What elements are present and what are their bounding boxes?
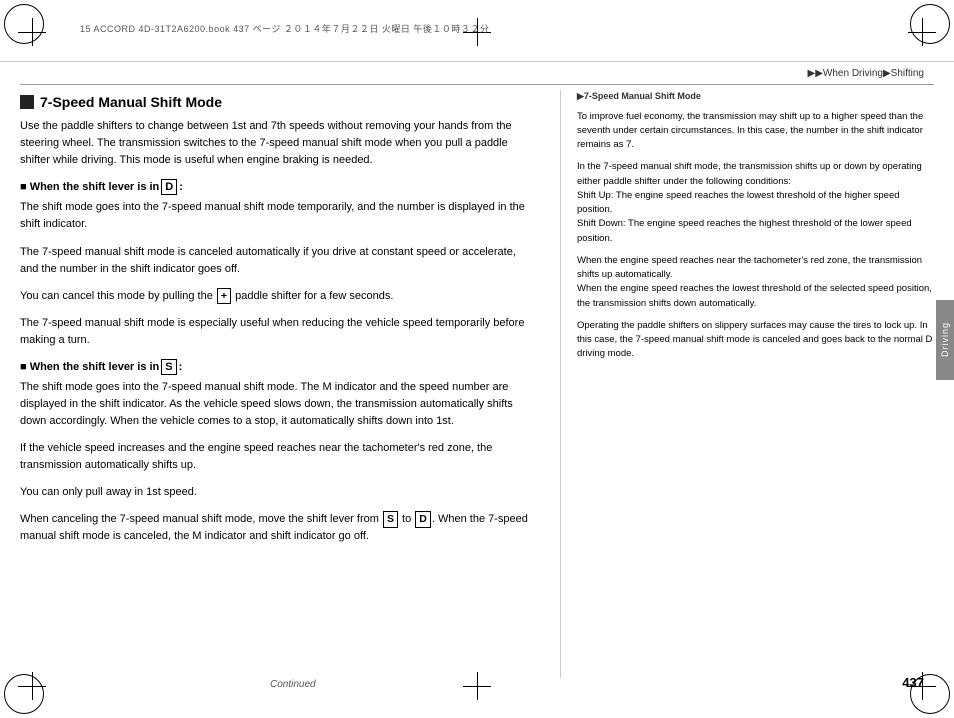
sub2-s-box: S — [383, 511, 398, 528]
heading-bar-icon — [20, 95, 34, 109]
top-bar: 15 ACCORD 4D-31T2A6200.book 437 ページ ２０１４… — [0, 0, 954, 62]
section-title: 7-Speed Manual Shift Mode — [40, 94, 222, 110]
right-p4: Operating the paddle shifters on slipper… — [577, 319, 934, 362]
sub1-text3-prefix: You can cancel this mode by pulling the — [20, 290, 216, 302]
section-heading: 7-Speed Manual Shift Mode — [20, 94, 530, 110]
right-column: ▶7-Speed Manual Shift Mode To improve fu… — [560, 90, 934, 678]
sub1-paddle-box: + — [217, 288, 231, 305]
sub1-text2: The 7-speed manual shift mode is cancele… — [20, 244, 530, 278]
continued-label: Continued — [270, 679, 316, 690]
sub2-text4: When canceling the 7-speed manual shift … — [20, 511, 530, 545]
sub1-heading: ■ When the shift lever is in D: — [20, 179, 530, 195]
sub1-text3: You can cancel this mode by pulling the … — [20, 288, 530, 305]
sub2-heading-suffix: : — [179, 361, 183, 373]
sub1-text3b: paddle shifter for a few seconds. — [232, 290, 393, 302]
sub1-heading-suffix: : — [179, 181, 183, 193]
sub1-gear-box: D — [161, 179, 177, 195]
side-tab-text: Driving — [940, 322, 950, 357]
sub1-text4: The 7-speed manual shift mode is especia… — [20, 315, 530, 349]
sub2-d-box: D — [415, 511, 431, 528]
intro-text: Use the paddle shifters to change betwee… — [20, 118, 530, 169]
sub2-text3: You can only pull away in 1st speed. — [20, 484, 530, 501]
sub2-heading-prefix: ■ When the shift lever is in — [20, 361, 159, 373]
right-col-title: ▶7-Speed Manual Shift Mode — [577, 90, 934, 104]
sub2-text2: If the vehicle speed increases and the e… — [20, 440, 530, 474]
sub1-text1: The shift mode goes into the 7-speed man… — [20, 199, 530, 233]
header-divider — [20, 84, 934, 85]
header-nav-text: ▶▶When Driving▶Shifting — [808, 68, 924, 79]
page-number: 437 — [902, 675, 924, 690]
sub2-text4-prefix: When canceling the 7-speed manual shift … — [20, 513, 382, 525]
sub2-text1: The shift mode goes into the 7-speed man… — [20, 379, 530, 430]
sub2-text4-mid: to — [399, 513, 414, 525]
side-tab: Driving — [936, 300, 954, 380]
header-nav: ▶▶When Driving▶Shifting — [808, 68, 924, 79]
main-content: 7-Speed Manual Shift Mode Use the paddle… — [20, 90, 934, 678]
sub2-heading: ■ When the shift lever is in S: — [20, 359, 530, 375]
right-p3: When the engine speed reaches near the t… — [577, 254, 934, 311]
sub2-gear-box: S — [161, 359, 176, 375]
sub1-heading-prefix: ■ When the shift lever is in — [20, 181, 159, 193]
right-p1: To improve fuel economy, the transmissio… — [577, 110, 934, 153]
file-info: 15 ACCORD 4D-31T2A6200.book 437 ページ ２０１４… — [80, 22, 489, 35]
right-p2: In the 7-speed manual shift mode, the tr… — [577, 160, 934, 246]
left-column: 7-Speed Manual Shift Mode Use the paddle… — [20, 90, 540, 678]
